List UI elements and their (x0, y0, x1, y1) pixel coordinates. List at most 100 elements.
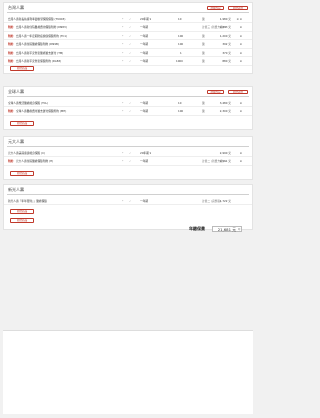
divider (7, 96, 249, 97)
check-icon[interactable]: ✓ (129, 43, 131, 46)
divider (7, 146, 249, 147)
amount-value[interactable]: 10 (178, 101, 181, 105)
product-row: 全球人壽樂活醫療終身保險 (TCL) * ✓ 一年期 10 萬 3,480 元 … (4, 99, 252, 108)
term-select[interactable]: 20年期 ▾ (140, 151, 151, 155)
amount-unit: 萬 (202, 50, 205, 55)
search-icon[interactable]: Q (238, 227, 240, 231)
term-select[interactable]: 一年期 (140, 101, 148, 105)
insurer-title: 元大人壽 (8, 139, 24, 144)
term-select[interactable]: 一年期 (140, 26, 148, 29)
term-select[interactable]: 一年期 (140, 43, 148, 46)
check-icon[interactable]: ✓ (129, 199, 131, 203)
premium-value: 392 元 (222, 42, 231, 47)
premium-value: 3,480 元 (219, 100, 231, 105)
product-row: 附約 台灣人壽一年定期防癌健康保險附約 (TC1) * ✓ 一年期 100 萬 … (4, 32, 252, 41)
amount-value[interactable]: 10 (178, 17, 181, 21)
required-mark: * (122, 109, 124, 114)
product-row: 附約 台灣人壽新住院醫療費用保險附約 (DN83) * ✓ 一年期 計畫三 (新… (4, 24, 252, 32)
delete-icon[interactable]: ⊗ (240, 160, 242, 163)
insurer-title: 台灣人壽 (8, 5, 24, 10)
required-mark: * (122, 25, 124, 30)
check-icon[interactable]: ✓ (129, 34, 131, 38)
required-mark: * (122, 150, 124, 155)
check-icon[interactable]: ✓ (129, 151, 131, 155)
select-existing-button[interactable]: 選擇既存 (207, 89, 224, 94)
required-mark: * (122, 42, 124, 47)
rider-tag: 附約 (8, 42, 14, 47)
check-icon[interactable]: ✓ (129, 17, 131, 21)
premium-value: 370 元 (222, 50, 231, 55)
footer-area (3, 330, 253, 414)
delete-icon[interactable]: ⊗ ⊗ (237, 17, 242, 21)
amount-unit: 萬 (202, 16, 205, 21)
annual-premium-label: 年繳保費 (189, 226, 205, 231)
delete-icon[interactable]: ⊗ (240, 26, 242, 29)
product-name: 台灣人壽住院醫療保險附約 (DN9B) (16, 42, 59, 47)
term-select[interactable]: 20年期 ▾ (140, 17, 151, 21)
delete-icon[interactable]: ⊗ (240, 43, 242, 46)
premium-value: 1,722 元 (219, 198, 231, 203)
delete-icon[interactable]: ⊗ (240, 60, 242, 63)
delete-icon[interactable]: ⊗ (240, 151, 242, 155)
product-name: 全球人壽醫療費用實支實付保險附約 (MH) (16, 109, 67, 114)
product-name: 元大人壽住院醫療保險附約 (H) (16, 159, 54, 164)
add-product-button[interactable]: 新增商品 (10, 209, 34, 214)
check-icon[interactable]: ✓ (129, 26, 131, 29)
amount-value[interactable]: 100 (178, 34, 183, 38)
check-icon[interactable]: ✓ (129, 110, 131, 113)
rider-tag: 附約 (8, 59, 14, 64)
delete-icon[interactable]: ⊗ (240, 34, 242, 38)
term-select[interactable]: 一年期 (140, 34, 148, 38)
premium-value: 2,893 元 (219, 25, 231, 30)
amount-value[interactable]: 100 (178, 110, 183, 113)
product-row: 新光人壽「年年發財」」醫療保險 * ✓ 一年期 計畫二 (完整版) 1,722 … (4, 197, 252, 206)
insurer-panel-1: 台灣人壽 選擇既存 新增項目 台灣人壽新長扶康利率變動型保險保險 (TU603)… (3, 2, 253, 74)
term-select[interactable]: 一年期 (140, 51, 148, 55)
amount-value[interactable]: 100 (178, 43, 183, 46)
amount-value[interactable]: 1000 (176, 60, 183, 63)
product-name: 台灣人壽新平安傷害醫療實支實付 (TM) (16, 50, 64, 55)
rider-tag: 附約 (8, 33, 14, 38)
delete-icon[interactable]: ⊗ (240, 51, 242, 55)
product-name: 台灣人壽新長扶康利率變動型保險保險 (TU603) (8, 16, 66, 21)
divider (7, 194, 249, 195)
check-icon[interactable]: ✓ (129, 101, 131, 105)
create-new-button[interactable]: 新增項目 (228, 89, 248, 94)
premium-value: 880 元 (222, 59, 231, 64)
premium-value: 2,990 元 (219, 150, 231, 155)
delete-icon[interactable]: ⊗ (240, 110, 242, 113)
insurer-panel-4: 新光人壽 新光人壽「年年發財」」醫療保險 * ✓ 一年期 計畫二 (完整版) 1… (3, 184, 253, 230)
plan-select[interactable]: 計畫二 (完整版) (202, 199, 221, 203)
delete-icon[interactable]: ⊗ (240, 101, 242, 105)
check-icon[interactable]: ✓ (129, 60, 131, 63)
amount-value[interactable]: 1 (180, 51, 182, 55)
rider-tag: 附約 (8, 50, 14, 55)
amount-unit: 萬 (202, 59, 205, 64)
product-row: 附約 全球人壽醫療費用實支實付保險附約 (MH) * ✓ 一年期 100 萬 2… (4, 108, 252, 116)
add-product-button[interactable]: 新增商品 (10, 66, 34, 71)
product-name: 台灣人壽一年定期防癌健康保險附約 (TC1) (16, 33, 68, 38)
check-icon[interactable]: ✓ (129, 51, 131, 55)
insurer-title: 新光人壽 (8, 187, 24, 192)
product-row: 附約 台灣人壽新平安傷害保險附約 (DA83) * ✓ 一年期 1000 萬 8… (4, 58, 252, 66)
amount-unit: 萬 (202, 42, 205, 47)
product-row: 附約 元大人壽住院醫療保險附約 (H) * ✓ 一年期 計畫二 (新費方案) ▾… (4, 158, 252, 166)
create-new-button[interactable]: 新增項目 (228, 5, 248, 10)
product-name: 元大人壽美滿康壽終身保險 (C) (8, 150, 46, 155)
select-existing-button[interactable]: 選擇既存 (207, 5, 224, 10)
add-product-button[interactable]: 新增商品 (10, 121, 34, 126)
premium-value: 2,300 元 (219, 109, 231, 114)
premium-value: 2,511 元 (219, 159, 231, 164)
term-select[interactable]: 一年期 (140, 160, 148, 163)
product-name: 新光人壽「年年發財」」醫療保險 (8, 198, 47, 203)
add-product-button[interactable]: 新增商品 (10, 218, 34, 223)
term-select[interactable]: 一年期 (140, 60, 148, 63)
premium-value: 1,980 元 (219, 16, 231, 21)
amount-unit: 萬 (202, 100, 205, 105)
term-select[interactable]: 一年期 (140, 110, 148, 113)
term-select[interactable]: 一年期 (140, 199, 148, 203)
required-mark: * (122, 159, 124, 164)
add-product-button[interactable]: 新增商品 (10, 171, 34, 176)
required-mark: * (122, 198, 124, 203)
check-icon[interactable]: ✓ (129, 160, 131, 163)
